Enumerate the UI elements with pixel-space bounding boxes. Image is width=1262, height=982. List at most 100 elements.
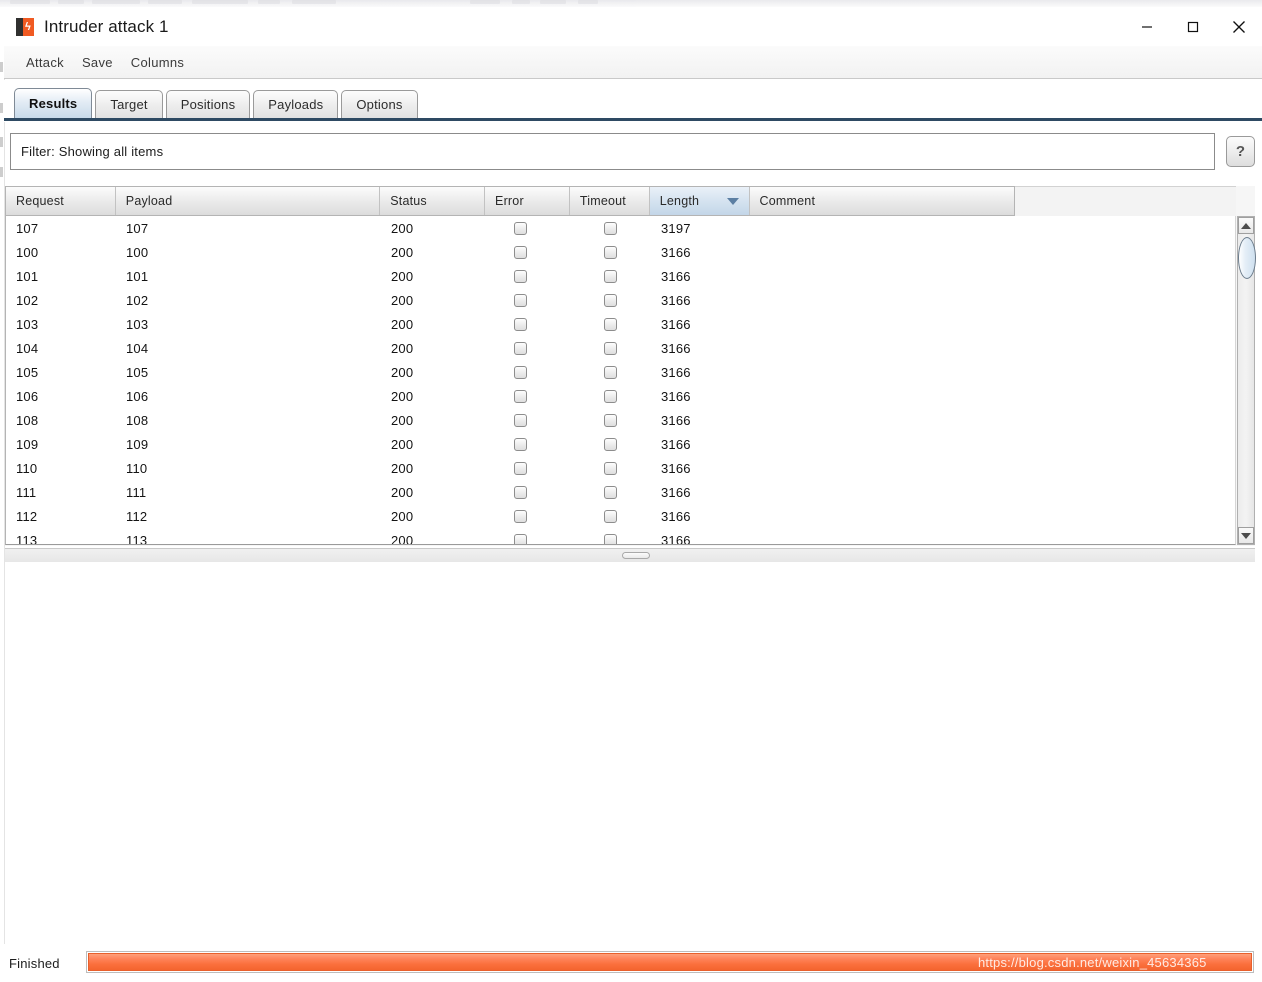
cell-timeout[interactable]: [571, 384, 651, 408]
cell-timeout-checkbox[interactable]: [604, 437, 617, 451]
table-row[interactable]: 110 110 200 3166: [6, 456, 1235, 480]
table-row[interactable]: 106 106 200 3166: [6, 384, 1235, 408]
table-row[interactable]: 100 100 200 3166: [6, 240, 1235, 264]
table-row[interactable]: 101 101 200 3166: [6, 264, 1235, 288]
cell-error[interactable]: [486, 288, 571, 312]
cell-error[interactable]: [486, 528, 571, 544]
cell-timeout-checkbox[interactable]: [604, 509, 617, 523]
cell-timeout[interactable]: [571, 240, 651, 264]
cell-error-checkbox[interactable]: [514, 413, 527, 427]
column-header-status[interactable]: Status: [380, 187, 486, 215]
splitter-handle[interactable]: [622, 552, 650, 559]
cell-timeout[interactable]: [571, 312, 651, 336]
table-row[interactable]: 112 112 200 3166: [6, 504, 1235, 528]
tab-positions[interactable]: Positions: [165, 90, 251, 118]
tab-options[interactable]: Options: [341, 90, 418, 118]
cell-timeout[interactable]: [571, 456, 651, 480]
cell-timeout-checkbox[interactable]: [604, 293, 617, 307]
cell-error-checkbox[interactable]: [514, 533, 527, 544]
cell-error-checkbox[interactable]: [514, 389, 527, 403]
cell-timeout-checkbox[interactable]: [604, 389, 617, 403]
cell-length: 3166: [661, 436, 691, 452]
table-row[interactable]: 104 104 200 3166: [6, 336, 1235, 360]
cell-error[interactable]: [486, 360, 571, 384]
cell-error[interactable]: [486, 384, 571, 408]
cell-timeout[interactable]: [571, 360, 651, 384]
maximize-button[interactable]: [1170, 7, 1216, 46]
cell-error[interactable]: [486, 336, 571, 360]
table-row[interactable]: 102 102 200 3166: [6, 288, 1235, 312]
table-row[interactable]: 105 105 200 3166: [6, 360, 1235, 384]
cell-error[interactable]: [486, 216, 571, 240]
cell-error[interactable]: [486, 312, 571, 336]
cell-error-checkbox[interactable]: [514, 317, 527, 331]
menu-item-attack[interactable]: Attack: [18, 52, 72, 73]
cell-comment: [751, 480, 1014, 504]
table-row[interactable]: 103 103 200 3166: [6, 312, 1235, 336]
cell-request: 113: [16, 532, 38, 545]
cell-error[interactable]: [486, 408, 571, 432]
cell-error-checkbox[interactable]: [514, 485, 527, 499]
cell-timeout[interactable]: [571, 264, 651, 288]
cell-error[interactable]: [486, 456, 571, 480]
cell-timeout-checkbox[interactable]: [604, 245, 617, 259]
cell-timeout[interactable]: [571, 408, 651, 432]
cell-error[interactable]: [486, 240, 571, 264]
table-row[interactable]: 107 107 200 3197: [6, 216, 1235, 240]
cell-timeout-checkbox[interactable]: [604, 341, 617, 355]
scrollbar-thumb[interactable]: [1238, 237, 1256, 279]
column-header-length[interactable]: Length: [649, 187, 750, 215]
cell-timeout[interactable]: [571, 288, 651, 312]
cell-error-checkbox[interactable]: [514, 461, 527, 475]
tab-payloads[interactable]: Payloads: [253, 90, 339, 118]
column-header-timeout[interactable]: Timeout: [570, 187, 650, 215]
cell-timeout-checkbox[interactable]: [604, 413, 617, 427]
cell-error-checkbox[interactable]: [514, 365, 527, 379]
tab-results[interactable]: Results: [14, 88, 93, 118]
cell-timeout[interactable]: [571, 216, 651, 240]
cell-timeout[interactable]: [571, 528, 651, 544]
cell-timeout[interactable]: [571, 336, 651, 360]
column-header-comment[interactable]: Comment: [750, 187, 1014, 215]
table-row[interactable]: 108 108 200 3166: [6, 408, 1235, 432]
table-vertical-scrollbar[interactable]: [1237, 216, 1256, 545]
scroll-up-icon[interactable]: [1238, 217, 1254, 234]
column-header-error[interactable]: Error: [485, 187, 570, 215]
cell-timeout[interactable]: [571, 432, 651, 456]
cell-timeout-checkbox[interactable]: [604, 365, 617, 379]
cell-error-checkbox[interactable]: [514, 437, 527, 451]
minimize-button[interactable]: [1124, 7, 1170, 46]
close-button[interactable]: [1216, 7, 1262, 46]
cell-error-checkbox[interactable]: [514, 509, 527, 523]
cell-error[interactable]: [486, 480, 571, 504]
column-header-payload[interactable]: Payload: [116, 187, 381, 215]
cell-error[interactable]: [486, 432, 571, 456]
filter-bar[interactable]: Filter: Showing all items: [10, 133, 1215, 170]
cell-timeout-checkbox[interactable]: [604, 485, 617, 499]
cell-error-checkbox[interactable]: [514, 269, 527, 283]
tab-target[interactable]: Target: [95, 90, 163, 118]
cell-timeout-checkbox[interactable]: [604, 221, 617, 235]
menu-item-save[interactable]: Save: [74, 52, 121, 73]
cell-timeout-checkbox[interactable]: [604, 269, 617, 283]
burp-suite-icon: ϟ: [16, 17, 34, 36]
pane-splitter[interactable]: [5, 548, 1255, 563]
table-row[interactable]: 109 109 200 3166: [6, 432, 1235, 456]
cell-timeout[interactable]: [571, 480, 651, 504]
cell-error[interactable]: [486, 264, 571, 288]
help-icon[interactable]: ?: [1226, 136, 1255, 167]
menu-item-columns[interactable]: Columns: [123, 52, 192, 73]
cell-error[interactable]: [486, 504, 571, 528]
cell-error-checkbox[interactable]: [514, 341, 527, 355]
cell-timeout-checkbox[interactable]: [604, 317, 617, 331]
cell-timeout-checkbox[interactable]: [604, 533, 617, 544]
cell-error-checkbox[interactable]: [514, 293, 527, 307]
table-row[interactable]: 111 111 200 3166: [6, 480, 1235, 504]
cell-timeout[interactable]: [571, 504, 651, 528]
table-row[interactable]: 113 113 200 3166: [6, 528, 1235, 545]
cell-timeout-checkbox[interactable]: [604, 461, 617, 475]
scroll-down-icon[interactable]: [1238, 527, 1254, 544]
cell-error-checkbox[interactable]: [514, 221, 527, 235]
column-header-request[interactable]: Request: [6, 187, 116, 215]
cell-error-checkbox[interactable]: [514, 245, 527, 259]
